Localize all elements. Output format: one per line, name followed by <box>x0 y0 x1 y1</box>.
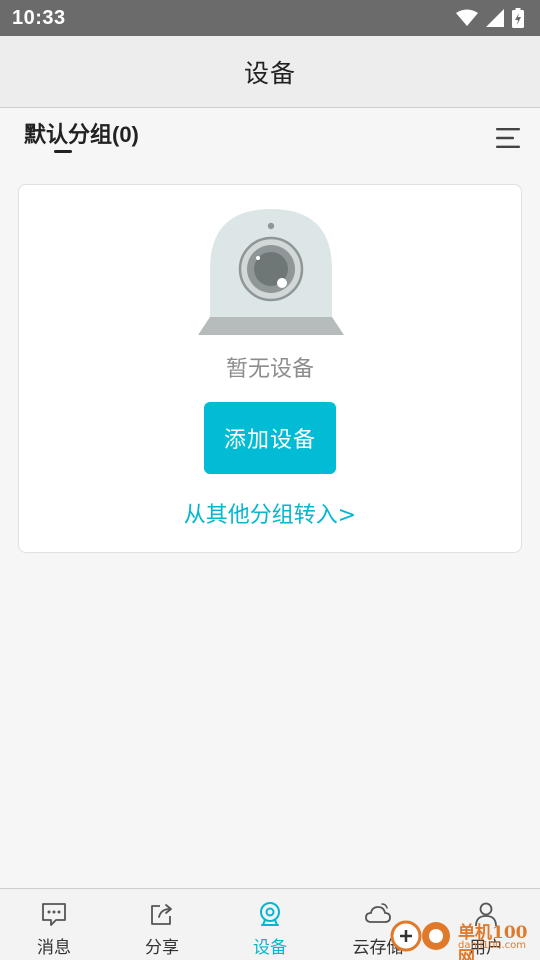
watermark-logo: 单机100网 danji100.com <box>388 912 540 960</box>
add-device-button[interactable]: 添加设备 <box>204 402 336 474</box>
message-icon <box>42 903 66 926</box>
watermark-icon <box>390 920 450 952</box>
battery-charging-icon <box>512 8 524 28</box>
watermark-text: 单机100网 <box>458 923 528 960</box>
nav-item-share[interactable]: 分享 <box>108 889 216 960</box>
status-bar: 10:33 <box>0 0 540 36</box>
group-header: 默认分组(0) <box>0 108 540 174</box>
share-icon <box>151 904 172 925</box>
list-menu-icon[interactable] <box>496 126 522 150</box>
group-tab-default[interactable]: 默认分组(0) <box>24 118 139 164</box>
device-camera-icon <box>260 902 280 926</box>
nav-item-messages[interactable]: 消息 <box>0 889 108 960</box>
camera-icon <box>198 209 344 335</box>
nav-label-devices: 设备 <box>253 938 287 958</box>
wifi-icon <box>456 9 478 26</box>
group-tab-label: 默认分组(0) <box>24 122 139 147</box>
watermark-url: danji100.com <box>458 940 526 951</box>
nav-item-devices[interactable]: 设备 <box>216 889 324 960</box>
page-title: 设备 <box>243 58 296 88</box>
status-icons <box>456 8 524 28</box>
empty-message: 暂无设备 <box>225 357 314 382</box>
transfer-from-other-group-link[interactable]: 从其他分组转入> <box>19 497 521 529</box>
nav-label-share: 分享 <box>145 938 179 958</box>
group-tab-indicator <box>54 150 72 153</box>
empty-device-card: 暂无设备 添加设备 从其他分组转入> <box>18 184 522 553</box>
status-time: 10:33 <box>12 6 66 29</box>
nav-label-messages: 消息 <box>37 938 71 958</box>
title-bar: 设备 <box>0 36 540 108</box>
cellular-signal-icon <box>486 9 504 27</box>
